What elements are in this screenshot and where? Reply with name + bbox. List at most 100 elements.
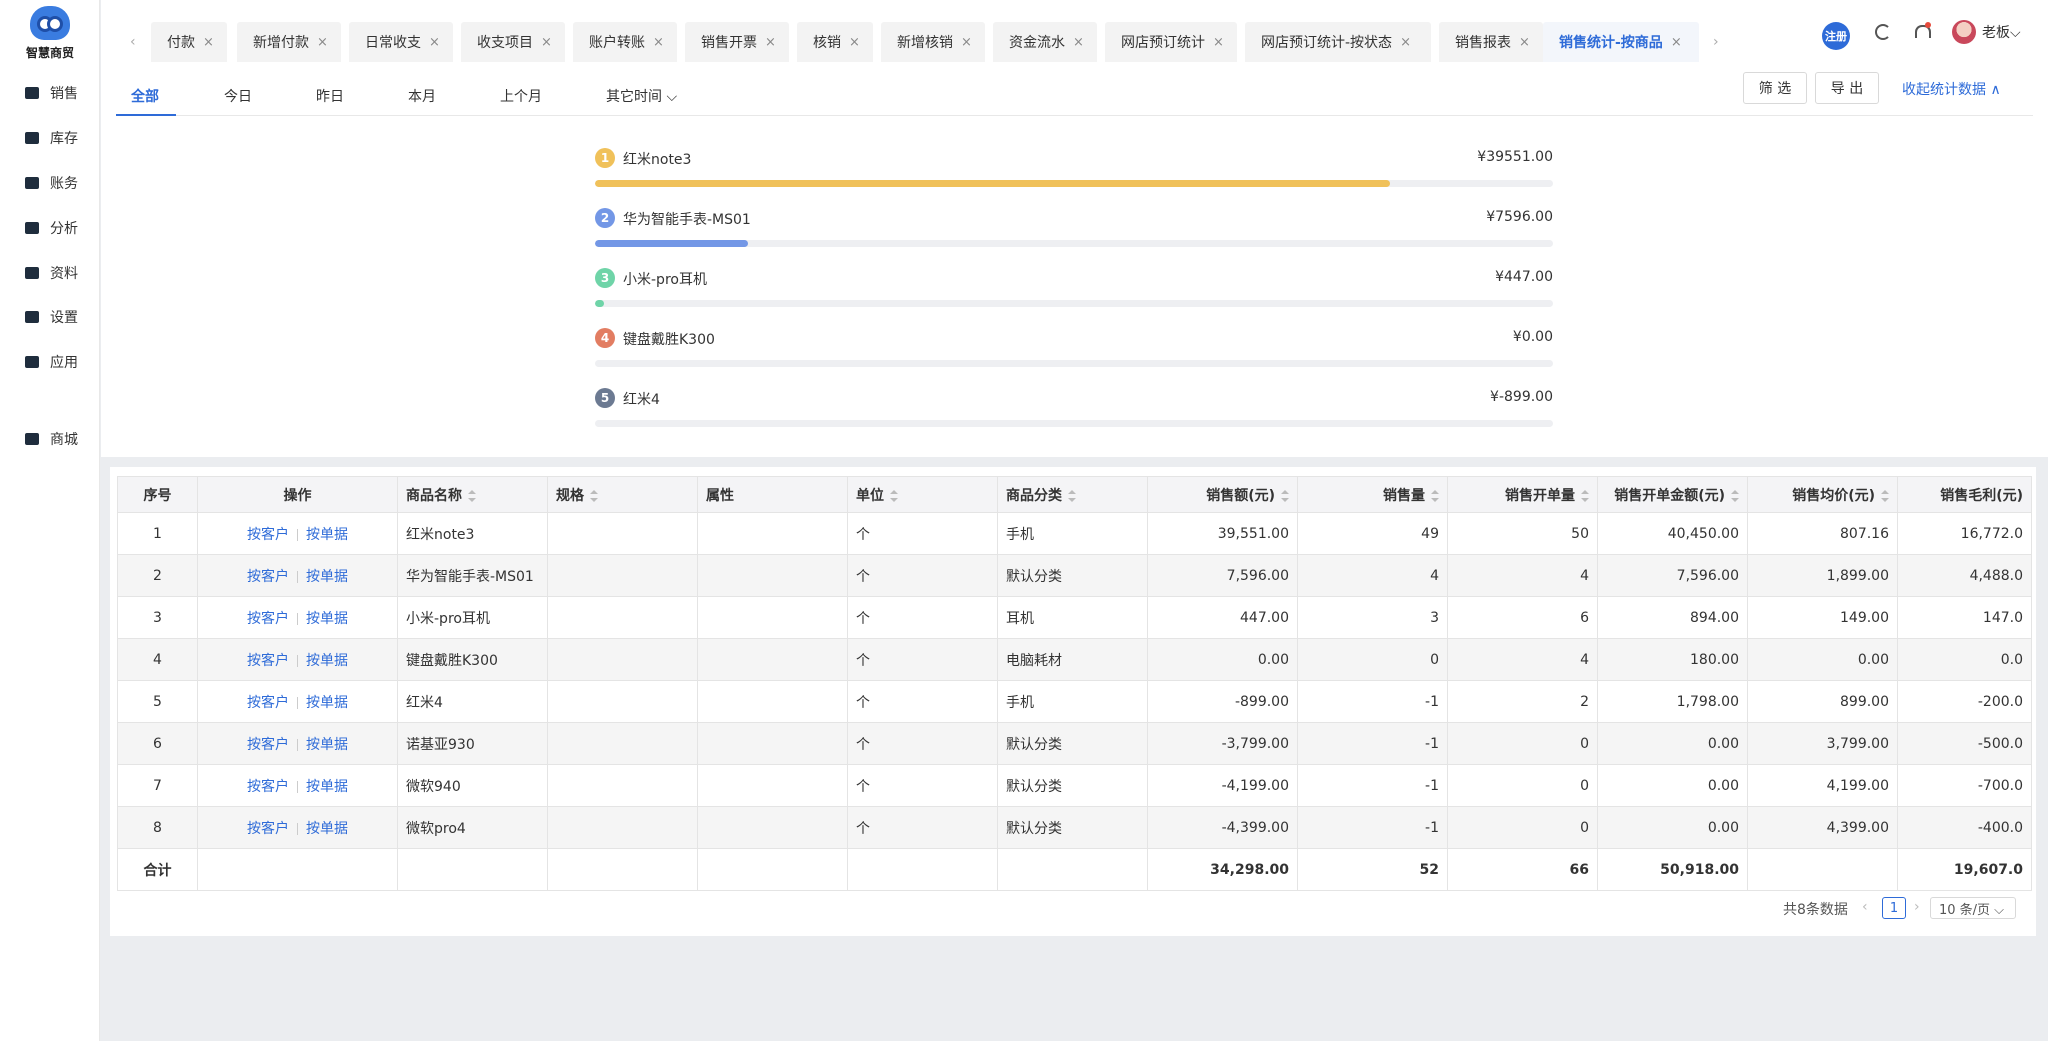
sidebar-item-data[interactable]: 资料 bbox=[0, 258, 100, 288]
by-customer-link[interactable]: 按客户 bbox=[247, 611, 289, 627]
refresh-icon[interactable] bbox=[1875, 24, 1891, 40]
col-header-product-name[interactable]: 商品名称 bbox=[397, 476, 548, 513]
sort-icon[interactable] bbox=[890, 489, 898, 502]
tab-new-write-off[interactable]: 新增核销 × bbox=[881, 22, 985, 62]
sort-icon[interactable] bbox=[1281, 489, 1289, 502]
close-icon[interactable]: × bbox=[1073, 35, 1084, 50]
sort-icon[interactable] bbox=[1581, 489, 1589, 502]
close-icon[interactable]: × bbox=[1519, 35, 1530, 50]
period-tab-today[interactable]: 今日 bbox=[224, 86, 252, 106]
app-logo[interactable]: 智慧商贸 bbox=[0, 6, 100, 61]
tab-online-order-stats-by-status[interactable]: 网店预订统计-按状态 × bbox=[1245, 22, 1431, 62]
sort-icon[interactable] bbox=[1068, 489, 1076, 502]
by-document-link[interactable]: 按单据 bbox=[306, 821, 348, 837]
sidebar-item-mall[interactable]: 商城 bbox=[0, 424, 100, 454]
avatar[interactable] bbox=[1952, 20, 1976, 44]
tab-daily-income-expense[interactable]: 日常收支 × bbox=[349, 22, 453, 62]
sort-icon[interactable] bbox=[1881, 489, 1889, 502]
ranking-product-name: 红米note3 bbox=[623, 152, 692, 168]
col-header-category[interactable]: 商品分类 bbox=[997, 476, 1148, 513]
tab-sales-report[interactable]: 销售报表 × bbox=[1439, 22, 1543, 62]
close-icon[interactable]: × bbox=[849, 35, 860, 50]
tab-new-payment[interactable]: 新增付款 × bbox=[237, 22, 341, 62]
period-tab-other-time[interactable]: 其它时间 ⌵ bbox=[606, 86, 677, 106]
tab-sales-stats-by-product[interactable]: 销售统计-按商品 × bbox=[1543, 22, 1699, 62]
close-icon[interactable]: × bbox=[653, 35, 664, 50]
sidebar-item-accounts[interactable]: 账务 bbox=[0, 168, 100, 198]
close-icon[interactable]: × bbox=[429, 35, 440, 50]
period-tab-last-month[interactable]: 上个月 bbox=[500, 86, 542, 106]
sort-icon[interactable] bbox=[590, 489, 598, 502]
attribute-cell bbox=[697, 806, 848, 849]
row-no-cell: 2 bbox=[117, 554, 198, 597]
header-label: 商品名称 bbox=[406, 487, 462, 504]
by-customer-link[interactable]: 按客户 bbox=[247, 737, 289, 753]
by-customer-link[interactable]: 按客户 bbox=[247, 527, 289, 543]
sort-icon[interactable] bbox=[1731, 489, 1739, 502]
col-header-avg-price[interactable]: 销售均价(元) bbox=[1747, 476, 1898, 513]
tab-income-items[interactable]: 收支项目 × bbox=[461, 22, 565, 62]
by-document-link[interactable]: 按单据 bbox=[306, 653, 348, 669]
col-header-unit[interactable]: 单位 bbox=[847, 476, 998, 513]
close-icon[interactable]: × bbox=[317, 35, 328, 50]
user-menu[interactable]: 老板⌵ bbox=[1982, 22, 2021, 42]
period-tab-this-month[interactable]: 本月 bbox=[408, 86, 436, 106]
register-badge-button[interactable]: 注册 bbox=[1822, 22, 1850, 50]
by-document-link[interactable]: 按单据 bbox=[306, 611, 348, 627]
page-size-select[interactable]: 10 条/页 ⌵ bbox=[1930, 897, 2016, 919]
col-header-order-count[interactable]: 销售开单量 bbox=[1447, 476, 1598, 513]
col-header-sales-qty[interactable]: 销售量 bbox=[1297, 476, 1448, 513]
by-document-link[interactable]: 按单据 bbox=[306, 527, 348, 543]
sidebar-item-sales[interactable]: 销售 bbox=[0, 78, 100, 108]
col-header-order-amount[interactable]: 销售开单金额(元) bbox=[1597, 476, 1748, 513]
by-document-link[interactable]: 按单据 bbox=[306, 779, 348, 795]
pagination-next-icon[interactable]: › bbox=[1914, 899, 1920, 915]
sort-icon[interactable] bbox=[468, 489, 476, 502]
total-sales-qty-cell: 52 bbox=[1297, 848, 1448, 891]
by-customer-link[interactable]: 按客户 bbox=[247, 695, 289, 711]
close-icon[interactable]: × bbox=[1671, 35, 1682, 50]
by-document-link[interactable]: 按单据 bbox=[306, 737, 348, 753]
close-icon[interactable]: × bbox=[541, 35, 552, 50]
owl-logo-icon bbox=[30, 6, 70, 40]
filter-button[interactable]: 筛 选 bbox=[1743, 72, 1807, 104]
sidebar-item-settings[interactable]: 设置 bbox=[0, 302, 100, 332]
tab-online-order-stats[interactable]: 网店预订统计 × bbox=[1105, 22, 1237, 62]
by-customer-link[interactable]: 按客户 bbox=[247, 779, 289, 795]
close-icon[interactable]: × bbox=[765, 35, 776, 50]
by-customer-link[interactable]: 按客户 bbox=[247, 653, 289, 669]
period-tab-all[interactable]: 全部 bbox=[131, 86, 159, 106]
actions-cell: 按客户 按单据 bbox=[197, 764, 398, 807]
wallet-icon bbox=[24, 176, 40, 190]
tab-sales-invoice[interactable]: 销售开票 × bbox=[685, 22, 789, 62]
tab-scroll-left-icon[interactable]: ‹ bbox=[130, 34, 136, 50]
by-customer-link[interactable]: 按客户 bbox=[247, 821, 289, 837]
tab-payment[interactable]: 付款 × bbox=[151, 22, 227, 62]
sidebar-item-inventory[interactable]: 库存 bbox=[0, 123, 100, 153]
pagination-page-1[interactable]: 1 bbox=[1882, 897, 1906, 919]
col-header-spec[interactable]: 规格 bbox=[547, 476, 698, 513]
sort-icon[interactable] bbox=[1431, 489, 1439, 502]
period-tab-yesterday[interactable]: 昨日 bbox=[316, 86, 344, 106]
sidebar-item-analysis[interactable]: 分析 bbox=[0, 213, 100, 243]
tab-scroll-right-icon[interactable]: › bbox=[1713, 34, 1719, 50]
ranking-item: 5 红米4 ¥-899.00 bbox=[595, 386, 1553, 446]
sidebar-item-apps[interactable]: 应用 bbox=[0, 347, 100, 377]
close-icon[interactable]: × bbox=[203, 35, 214, 50]
tab-account-transfer[interactable]: 账户转账 × bbox=[573, 22, 677, 62]
close-icon[interactable]: × bbox=[1213, 35, 1224, 50]
pagination-prev-icon[interactable]: ‹ bbox=[1862, 899, 1868, 915]
export-button[interactable]: 导 出 bbox=[1815, 72, 1879, 104]
by-document-link[interactable]: 按单据 bbox=[306, 569, 348, 585]
close-icon[interactable]: × bbox=[1400, 35, 1411, 50]
col-header-sales-amount[interactable]: 销售额(元) bbox=[1147, 476, 1298, 513]
close-icon[interactable]: × bbox=[961, 35, 972, 50]
order-count-cell: 0 bbox=[1447, 806, 1598, 849]
bell-icon[interactable] bbox=[1914, 22, 1931, 39]
by-customer-link[interactable]: 按客户 bbox=[247, 569, 289, 585]
collapse-stats-link[interactable]: 收起统计数据 ∧ bbox=[1902, 79, 2001, 99]
attribute-cell bbox=[697, 638, 848, 681]
by-document-link[interactable]: 按单据 bbox=[306, 695, 348, 711]
tab-write-off[interactable]: 核销 × bbox=[797, 22, 873, 62]
tab-cash-flow[interactable]: 资金流水 × bbox=[993, 22, 1097, 62]
